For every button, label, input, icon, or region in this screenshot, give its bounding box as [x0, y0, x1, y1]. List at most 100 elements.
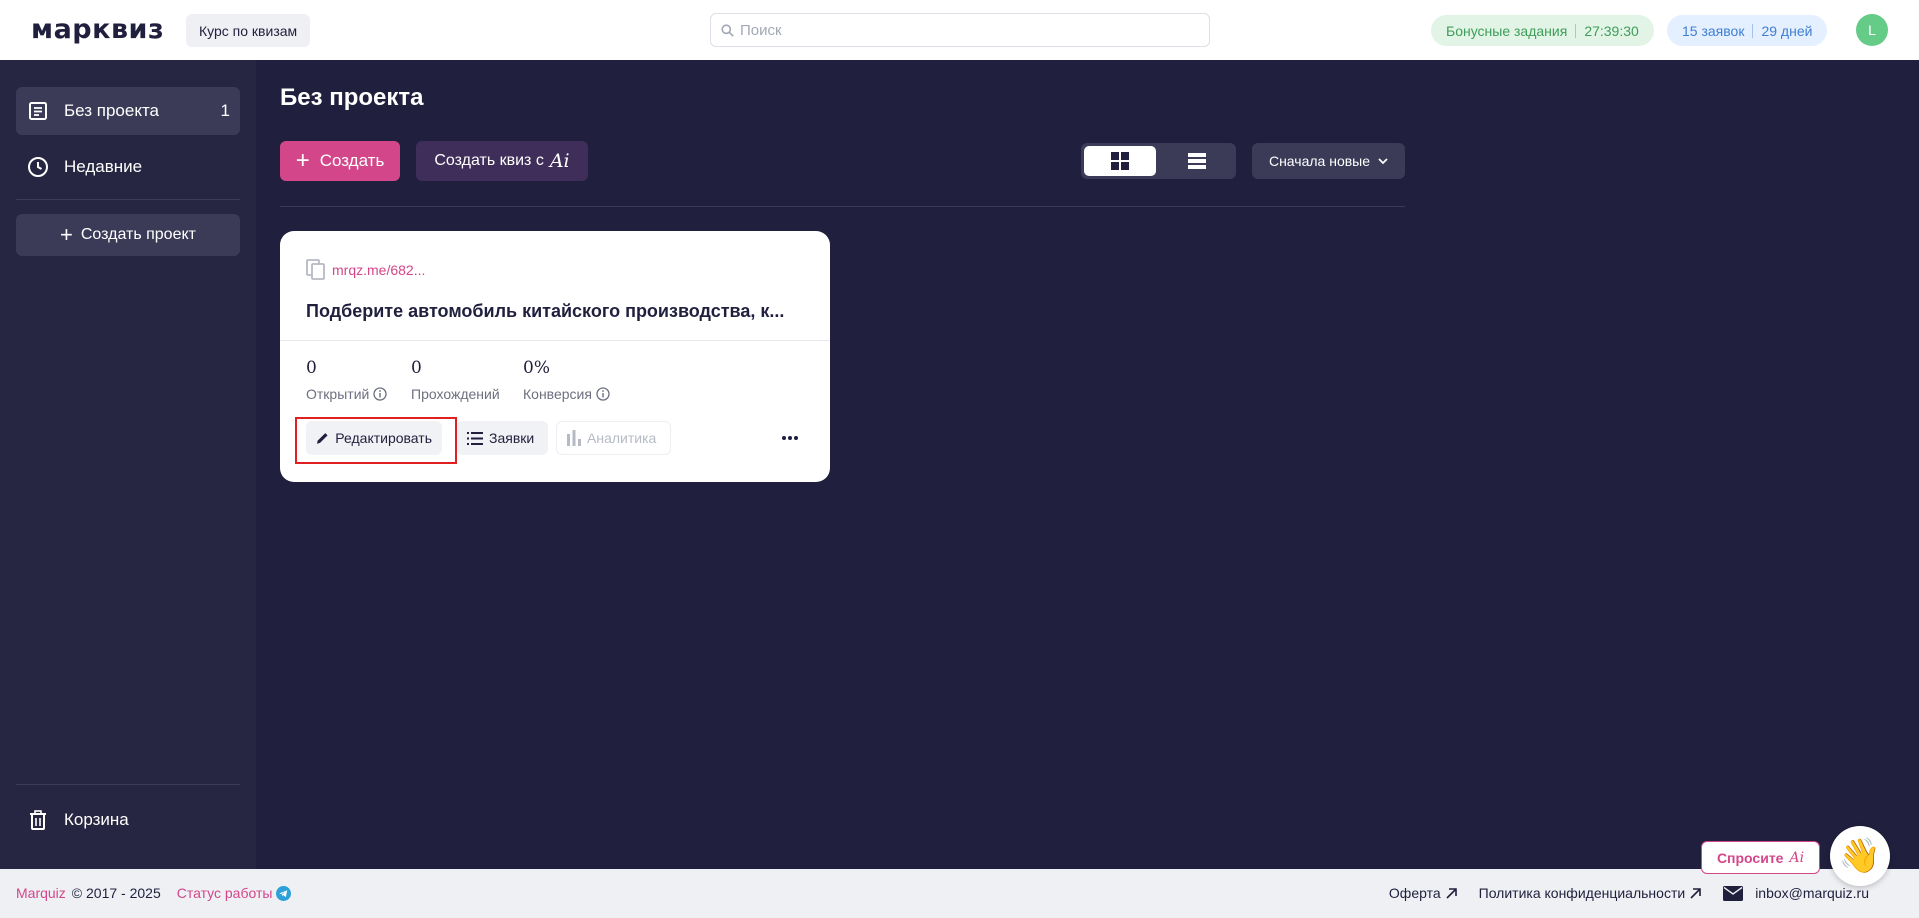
email-label: inbox@marquiz.ru — [1755, 885, 1869, 901]
search-placeholder: Поиск — [740, 21, 782, 39]
marquiz-logo[interactable]: марквиз — [31, 14, 164, 45]
search-icon — [721, 23, 734, 37]
plus-icon: + — [295, 147, 310, 174]
bar-chart-icon — [567, 430, 581, 446]
bonus-tasks-badge[interactable]: Бонусные задания 27:39:30 — [1431, 15, 1654, 46]
privacy-link[interactable]: Политика конфиденциальности — [1479, 885, 1702, 901]
stat-label: Конверсия — [523, 386, 610, 402]
footer-brand-link[interactable]: Marquiz — [16, 885, 66, 901]
ai-icon: Ai — [549, 150, 570, 172]
stat-label-text: Прохождений — [411, 386, 500, 402]
stat-conversion: 0% Конверсия — [523, 358, 610, 402]
ask-ai-button[interactable]: Спросите Ai — [1701, 841, 1820, 874]
list-icon — [1188, 153, 1206, 169]
quiz-link-text: mrqz.me/682... — [332, 262, 426, 278]
trash-icon — [26, 808, 50, 832]
sidebar: Без проекта 1 Недавние + Создать проект … — [0, 60, 256, 869]
sidebar-item-label: Без проекта — [64, 101, 160, 120]
bonus-label: Бонусные задания — [1446, 22, 1568, 39]
grid-icon — [1111, 152, 1129, 170]
list-view-button[interactable] — [1161, 146, 1233, 176]
create-project-label: Создать проект — [80, 226, 196, 243]
waving-hand-icon: 👋 — [1838, 837, 1882, 875]
external-arrow-icon — [1446, 887, 1457, 899]
view-toggle — [1081, 143, 1236, 179]
leads-count: 15 заявок — [1682, 22, 1745, 39]
stat-label: Открытий — [306, 386, 387, 402]
page-title: Без проекта — [280, 84, 424, 111]
bonus-timer: 27:39:30 — [1584, 22, 1639, 39]
ask-label: Спросите — [1716, 849, 1784, 866]
sidebar-divider — [16, 199, 240, 200]
edit-button[interactable]: Редактировать — [306, 421, 442, 455]
avatar[interactable]: L — [1856, 14, 1888, 46]
clock-icon — [26, 155, 50, 179]
create-ai-quiz-button[interactable]: Создать квиз с Ai — [416, 141, 588, 181]
more-options-button[interactable] — [775, 425, 805, 451]
sidebar-item-label: Недавние — [64, 157, 143, 176]
stat-label-text: Конверсия — [523, 386, 592, 402]
stat-value: 0 — [411, 358, 422, 378]
tariff-badge[interactable]: 15 заявок 29 дней — [1667, 15, 1828, 46]
quiz-card: mrqz.me/682... Подберите автомобиль кита… — [280, 231, 830, 482]
quiz-title[interactable]: Подберите автомобиль китайского производ… — [306, 301, 806, 322]
analytics-label: Аналитика — [587, 430, 657, 446]
copy-icon — [306, 259, 325, 280]
sidebar-item-trash[interactable]: Корзина — [16, 796, 240, 844]
offer-link[interactable]: Оферта — [1389, 885, 1457, 901]
course-button[interactable]: Курс по квизам — [186, 14, 311, 47]
edit-label: Редактировать — [335, 430, 432, 446]
plus-icon: + — [60, 222, 73, 247]
sidebar-item-recent[interactable]: Недавние — [16, 143, 240, 191]
sort-dropdown[interactable]: Сначала новые — [1252, 143, 1405, 179]
leads-label: Заявки — [489, 430, 535, 446]
telegram-icon — [276, 885, 292, 901]
main-divider — [280, 206, 1405, 207]
chevron-down-icon — [1378, 157, 1388, 164]
sidebar-divider — [16, 784, 240, 785]
days-left: 29 дней — [1761, 22, 1813, 39]
create-project-button[interactable]: + Создать проект — [16, 214, 240, 256]
ai-icon: Ai — [1789, 849, 1805, 866]
status-label: Статус работы — [176, 885, 273, 901]
footer: Marquiz © 2017 - 2025 Статус работы Офер… — [0, 869, 1919, 918]
separator — [1752, 23, 1754, 38]
leads-button[interactable]: Заявки — [457, 421, 548, 455]
email-link[interactable]: inbox@marquiz.ru — [1723, 885, 1869, 901]
create-ai-label: Создать квиз с — [434, 152, 544, 169]
offer-label: Оферта — [1388, 885, 1441, 901]
external-arrow-icon — [1690, 887, 1701, 899]
info-icon[interactable] — [596, 387, 610, 401]
search-input[interactable]: Поиск — [710, 13, 1210, 47]
stat-value: 0 — [306, 358, 317, 378]
stat-label-text: Открытий — [306, 386, 370, 402]
grid-view-button[interactable] — [1084, 146, 1156, 176]
stat-completions: 0 Прохождений — [411, 358, 500, 402]
sidebar-item-no-project[interactable]: Без проекта 1 — [16, 87, 240, 135]
more-dots-icon — [782, 436, 798, 440]
stat-opens: 0 Открытий — [306, 358, 387, 402]
stat-label: Прохождений — [411, 386, 500, 402]
mail-icon — [1723, 885, 1744, 901]
chat-widget-button[interactable]: 👋 — [1830, 826, 1890, 886]
stat-value: 0% — [523, 358, 550, 378]
create-button[interactable]: + Создать — [280, 141, 400, 181]
separator — [1575, 23, 1577, 38]
footer-copyright: © 2017 - 2025 — [71, 885, 161, 901]
quiz-link[interactable]: mrqz.me/682... — [306, 259, 425, 281]
privacy-label: Политика конфиденциальности — [1478, 885, 1686, 901]
pencil-icon — [316, 433, 328, 444]
create-label: Создать — [319, 151, 385, 170]
sidebar-item-label: Корзина — [64, 810, 129, 829]
analytics-button[interactable]: Аналитика — [556, 421, 671, 455]
status-link[interactable]: Статус работы — [177, 885, 292, 901]
footer-left: Marquiz © 2017 - 2025 Статус работы — [16, 885, 292, 901]
project-count: 1 — [220, 101, 230, 120]
document-icon — [26, 99, 50, 123]
list-icon — [467, 431, 483, 445]
card-divider — [280, 340, 830, 341]
sort-label: Сначала новые — [1268, 153, 1371, 169]
footer-right: Оферта Политика конфиденциальности inbox… — [1367, 885, 1869, 901]
top-header: марквиз Курс по квизам Поиск Бонусные за… — [0, 0, 1919, 60]
info-icon[interactable] — [373, 387, 387, 401]
